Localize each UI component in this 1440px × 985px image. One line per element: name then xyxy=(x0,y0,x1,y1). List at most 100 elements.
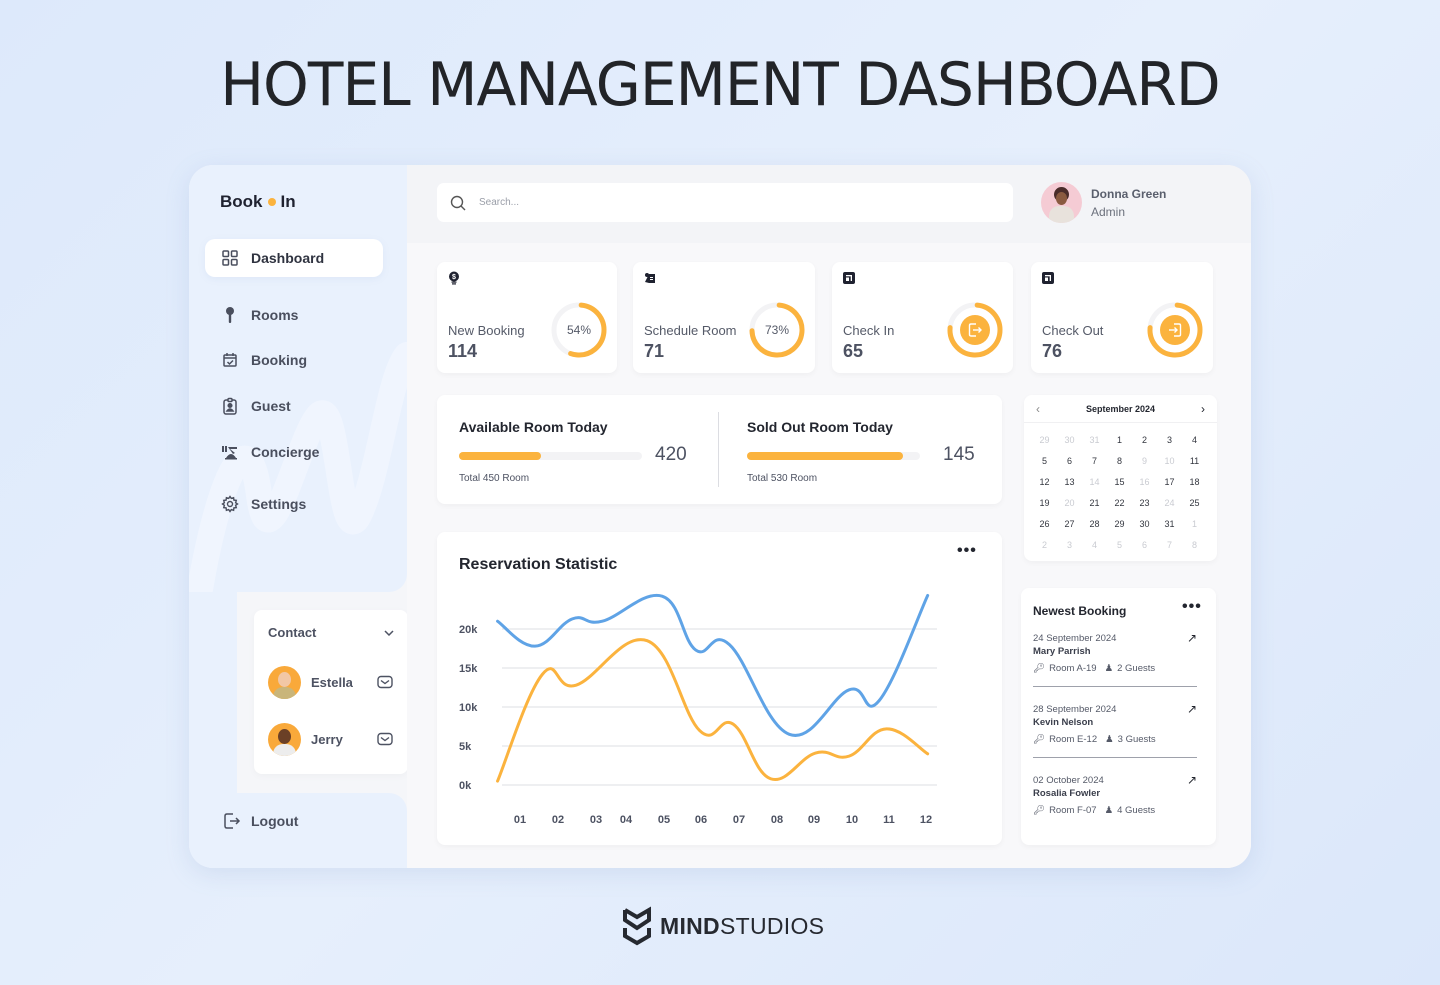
calendar-day[interactable]: 31 xyxy=(1082,430,1107,451)
calendar-day[interactable]: 25 xyxy=(1182,493,1207,514)
check-out-icon xyxy=(1160,315,1190,345)
newest-booking-title: Newest Booking xyxy=(1033,604,1127,618)
calendar-day[interactable]: 12 xyxy=(1032,472,1057,493)
booking-date: 02 October 2024 xyxy=(1033,775,1104,786)
search-input[interactable] xyxy=(479,197,959,208)
calendar-day[interactable]: 3 xyxy=(1057,535,1082,556)
calendar-day[interactable]: 15 xyxy=(1107,472,1132,493)
calendar-day[interactable]: 17 xyxy=(1157,472,1182,493)
booking-item[interactable]: 24 September 2024 Mary Parrish 🔑︎ Room A-… xyxy=(1033,631,1197,674)
money-bulb-icon: $ xyxy=(449,271,459,285)
x-tick-label: 04 xyxy=(620,814,633,826)
calendar: ‹ September 2024 › 29 30 31 1 2 3 4 5 6 7 8 9 10 11 12… xyxy=(1024,395,1217,561)
arrow-up-right-icon[interactable]: ↗ xyxy=(1187,631,1197,645)
calendar-day[interactable]: 2 xyxy=(1132,430,1157,451)
calendar-day[interactable]: 22 xyxy=(1107,493,1132,514)
contact-item[interactable]: Jerry xyxy=(268,722,394,756)
mail-icon[interactable] xyxy=(376,673,394,691)
calendar-day[interactable]: 4 xyxy=(1082,535,1107,556)
sold-out-room-total: Total 530 Room xyxy=(747,473,818,484)
stat-card-schedule-room[interactable]: Schedule Room 71 73% xyxy=(633,262,815,373)
sidebar-item-dashboard[interactable]: Dashboard xyxy=(205,239,383,277)
calendar-day[interactable]: 13 xyxy=(1057,472,1082,493)
user-profile[interactable]: Donna Green Admin xyxy=(1041,182,1166,223)
calendar-day[interactable]: 9 xyxy=(1132,451,1157,472)
arrow-up-right-icon[interactable]: ↗ xyxy=(1187,702,1197,716)
search-icon xyxy=(450,195,466,210)
sold-out-room-bar xyxy=(747,452,920,460)
calendar-day[interactable]: 2 xyxy=(1032,535,1057,556)
mindstudios-logo-icon xyxy=(623,906,651,946)
arrow-up-right-icon[interactable]: ↗ xyxy=(1187,773,1197,787)
calendar-day[interactable]: 8 xyxy=(1107,451,1132,472)
calendar-day[interactable]: 23 xyxy=(1132,493,1157,514)
booking-item[interactable]: 28 September 2024 Kevin Nelson 🔑︎ Room E-… xyxy=(1033,702,1197,745)
person-icon: ♟ xyxy=(1104,663,1114,674)
booking-guest-name: Kevin Nelson xyxy=(1033,717,1094,728)
key-icon: 🔑︎ xyxy=(1033,663,1046,674)
calendar-day[interactable]: 7 xyxy=(1082,451,1107,472)
sidebar-item-concierge[interactable]: Concierge xyxy=(205,433,383,471)
person-icon: ♟ xyxy=(1104,805,1114,816)
user-name: Donna Green xyxy=(1091,186,1167,201)
calendar-day[interactable]: 21 xyxy=(1082,493,1107,514)
avatar xyxy=(268,722,301,756)
sidebar-item-label: Settings xyxy=(251,496,307,512)
calendar-day[interactable]: 30 xyxy=(1132,514,1157,535)
calendar-day[interactable]: 29 xyxy=(1107,514,1132,535)
brand-logo[interactable]: Book In xyxy=(220,192,296,212)
calendar-day[interactable]: 8 xyxy=(1182,535,1207,556)
prev-month-button[interactable]: ‹ xyxy=(1036,402,1040,416)
contact-item[interactable]: Estella xyxy=(268,665,394,699)
more-options-button[interactable]: ••• xyxy=(1182,598,1202,616)
calendar-day[interactable]: 30 xyxy=(1057,430,1082,451)
calendar-day[interactable]: 28 xyxy=(1082,514,1107,535)
booking-guest-name: Mary Parrish xyxy=(1033,646,1091,657)
calendar-day[interactable]: 6 xyxy=(1132,535,1157,556)
calendar-day[interactable]: 14 xyxy=(1082,472,1107,493)
newest-booking-card: Newest Booking ••• 24 September 2024 Mar… xyxy=(1021,588,1216,845)
calendar-day[interactable]: 27 xyxy=(1057,514,1082,535)
calendar-day[interactable]: 19 xyxy=(1032,493,1057,514)
logout-label: Logout xyxy=(251,813,299,829)
stat-card-check-in[interactable]: Check In 65 xyxy=(832,262,1013,373)
chevron-down-icon[interactable] xyxy=(382,626,396,640)
calendar-day[interactable]: 20 xyxy=(1057,493,1082,514)
sold-out-room-count: 145 xyxy=(943,444,975,465)
calendar-day[interactable]: 1 xyxy=(1107,430,1132,451)
stat-card-check-out[interactable]: Check Out 76 xyxy=(1031,262,1213,373)
calendar-day[interactable]: 4 xyxy=(1182,430,1207,451)
calendar-day[interactable]: 26 xyxy=(1032,514,1057,535)
calendar-day[interactable]: 3 xyxy=(1157,430,1182,451)
x-tick-label: 12 xyxy=(920,814,932,826)
calendar-day[interactable]: 5 xyxy=(1107,535,1132,556)
mail-icon[interactable] xyxy=(376,730,394,748)
search-bar[interactable] xyxy=(437,183,1013,222)
calendar-day[interactable]: 11 xyxy=(1182,451,1207,472)
calendar-grid: 29 30 31 1 2 3 4 5 6 7 8 9 10 11 12 13 14 15 16 17 18 19 20 21 2… xyxy=(1032,430,1207,556)
logout-button[interactable]: Logout xyxy=(222,811,298,831)
sidebar-item-booking[interactable]: Booking xyxy=(205,341,383,379)
stat-label: Check Out xyxy=(1042,323,1104,338)
calendar-day[interactable]: 6 xyxy=(1057,451,1082,472)
calendar-day[interactable]: 24 xyxy=(1157,493,1182,514)
sidebar-item-settings[interactable]: Settings xyxy=(205,485,383,523)
y-tick-label: 0k xyxy=(459,780,472,792)
calendar-day[interactable]: 18 xyxy=(1182,472,1207,493)
calendar-day[interactable]: 29 xyxy=(1032,430,1057,451)
stat-card-new-booking[interactable]: $ New Booking 114 54% xyxy=(437,262,617,373)
calendar-day[interactable]: 31 xyxy=(1157,514,1182,535)
sold-out-room-title: Sold Out Room Today xyxy=(747,419,893,435)
available-room-title: Available Room Today xyxy=(459,419,608,435)
calendar-day[interactable]: 10 xyxy=(1157,451,1182,472)
booking-item[interactable]: 02 October 2024 Rosalia Fowler 🔑︎ Room F-… xyxy=(1033,773,1197,816)
next-month-button[interactable]: › xyxy=(1201,402,1205,416)
calendar-day[interactable]: 1 xyxy=(1182,514,1207,535)
calendar-day[interactable]: 7 xyxy=(1157,535,1182,556)
calendar-day[interactable]: 16 xyxy=(1132,472,1157,493)
calendar-day[interactable]: 5 xyxy=(1032,451,1057,472)
sidebar-item-guest[interactable]: Guest xyxy=(205,387,383,425)
booking-date: 24 September 2024 xyxy=(1033,633,1117,644)
sidebar-item-rooms[interactable]: Rooms xyxy=(205,296,383,334)
booking-room: Room A-19 xyxy=(1049,663,1097,674)
